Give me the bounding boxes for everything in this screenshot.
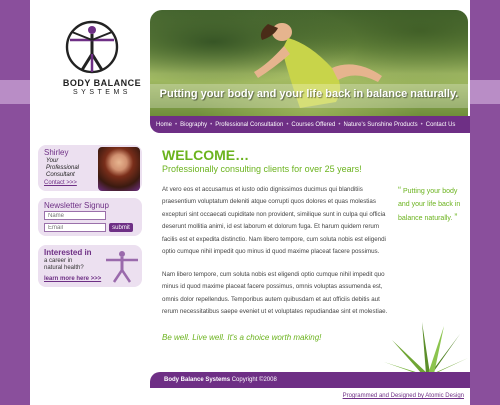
nav-home[interactable]: Home: [156, 122, 172, 128]
newsletter-submit-button[interactable]: submit: [109, 223, 133, 232]
brand-name: BODY BALANCE: [62, 78, 142, 88]
nav-separator: •: [286, 121, 289, 128]
quote-close-mark: ”: [454, 212, 458, 223]
career-box[interactable]: Interested in a career in natural health…: [38, 245, 142, 287]
career-text: a career in: [44, 258, 73, 264]
hero-banner: Putting your body and your life back in …: [150, 10, 468, 116]
nav-natures-sunshine-products[interactable]: Nature's Sunshine Products: [343, 122, 417, 128]
consultant-name: Shirley: [44, 148, 69, 157]
body-paragraph: Nam libero tempore, cum soluta nobis est…: [162, 271, 388, 316]
footer-brand: Body Balance Systems: [164, 377, 231, 383]
logo[interactable]: BODY BALANCE SYSTEMS: [52, 20, 142, 110]
career-learn-more-link[interactable]: learn more here >>>: [44, 276, 101, 282]
consultant-contact-link[interactable]: Contact >>>: [44, 180, 77, 186]
nav-separator: •: [210, 121, 213, 128]
aloe-plant-image: [384, 322, 468, 374]
consultant-photo: [98, 147, 140, 191]
career-title: Interested in: [44, 248, 92, 257]
vitruvian-figure-icon: [65, 20, 119, 74]
newsletter-title: Newsletter Signup: [44, 201, 109, 210]
pull-quote-text: Putting your body and your life back in …: [398, 188, 461, 223]
nav-contact-us[interactable]: Contact Us: [426, 122, 456, 128]
consultant-box: Shirley Your Professional Consultant Con…: [38, 145, 142, 191]
career-text: natural health?: [44, 265, 84, 271]
nav-separator: •: [338, 121, 341, 128]
brand-subtitle: SYSTEMS: [73, 89, 131, 96]
pull-quote: “ Putting your body and your life back i…: [398, 184, 462, 226]
closing-line: Be well. Live well. It's a choice worth …: [162, 333, 322, 342]
hero-tagline: Putting your body and your life back in …: [159, 88, 459, 100]
consultant-role-line: Your: [46, 158, 59, 164]
consultant-role-line: Consultant: [46, 172, 75, 178]
welcome-heading: WELCOME…: [162, 147, 250, 163]
designer-credit-link[interactable]: Programmed and Designed by Atomic Design: [343, 393, 464, 399]
footer-copyright: Body Balance Systems Copyright ©2008: [164, 377, 277, 383]
nav-courses-offered[interactable]: Courses Offered: [291, 122, 335, 128]
body-paragraph: At vero eos et accusamus et iusto odio d…: [162, 186, 386, 256]
newsletter-email-input[interactable]: [44, 223, 106, 232]
consultant-role: Your Professional Consultant: [46, 158, 98, 179]
consultant-role-line: Professional: [46, 165, 80, 171]
quote-open-mark: “: [398, 185, 401, 195]
nav-biography[interactable]: Biography: [180, 122, 207, 128]
main-nav: Home • Biography • Professional Consulta…: [150, 116, 470, 133]
page-container: BODY BALANCE SYSTEMS Putting your body a…: [30, 0, 470, 405]
footer-copyright-text: Copyright ©2008: [230, 377, 277, 383]
nav-professional-consultation[interactable]: Professional Consultation: [215, 122, 283, 128]
newsletter-box: Newsletter Signup submit: [38, 198, 142, 236]
vitruvian-figure-icon: [106, 251, 138, 283]
nav-separator: •: [175, 121, 178, 128]
newsletter-name-input[interactable]: [44, 211, 106, 220]
nav-separator: •: [420, 121, 423, 128]
welcome-subheading: Professionally consulting clients for ov…: [162, 164, 362, 174]
footer-bar: Body Balance Systems Copyright ©2008: [150, 372, 470, 388]
